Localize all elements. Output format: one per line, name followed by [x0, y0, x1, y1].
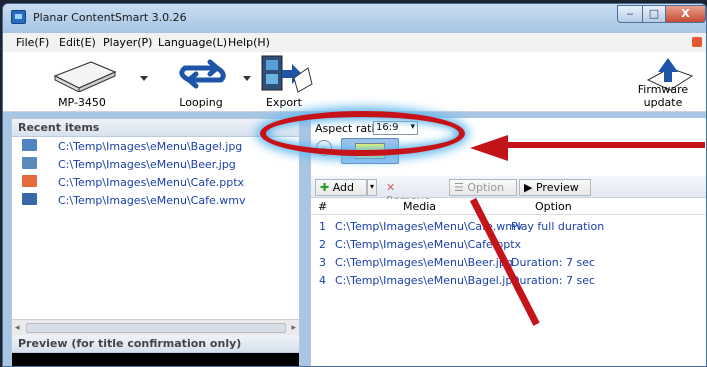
- remove-button[interactable]: ✕ Remove: [381, 179, 445, 207]
- export-button[interactable]: Export: [256, 52, 313, 112]
- preview-button[interactable]: ▶ Preview: [519, 179, 591, 196]
- looping-label: Looping: [179, 96, 223, 109]
- media-row-option: Play full duration: [511, 220, 605, 233]
- annotation-arrow-head: [470, 135, 508, 161]
- column-media: Media: [403, 200, 437, 213]
- app-icon: [11, 10, 26, 24]
- menu-file[interactable]: File(F): [16, 36, 49, 49]
- media-row-path: C:\Temp\Images\eMenu\Bagel.jpg: [335, 274, 520, 287]
- recent-items-pane: Recent items C:\Temp\Images\eMenu\Bagel.…: [11, 118, 300, 366]
- recent-item-label: C:\Temp\Images\eMenu\Cafe.wmv: [58, 194, 246, 207]
- title-bar: Planar ContentSmart 3.0.26 ‒ □ X: [3, 4, 706, 31]
- office-icon: [692, 37, 702, 47]
- media-toolbar: ✚ Add ▾ ✕ Remove ☰ Option ▶ Preview: [311, 176, 706, 207]
- looping-dropdown-arrow[interactable]: [243, 76, 251, 81]
- remove-x-icon: ✕: [386, 181, 396, 194]
- close-button[interactable]: X: [665, 5, 706, 23]
- recent-item[interactable]: C:\Temp\Images\eMenu\Beer.jpg: [12, 155, 299, 173]
- recent-item-label: C:\Temp\Images\eMenu\Beer.jpg: [58, 158, 236, 171]
- looping-icon: [179, 59, 226, 89]
- player-button[interactable]: MP-3450: [43, 52, 121, 112]
- media-row-option: Duration: 7 sec: [511, 274, 596, 287]
- add-dropdown-arrow[interactable]: ▾: [367, 179, 377, 196]
- preview-header: Preview (for title confirmation only): [12, 335, 299, 353]
- maximize-button[interactable]: □: [642, 5, 666, 23]
- powerpoint-file-icon: [22, 175, 37, 187]
- recent-item[interactable]: C:\Temp\Images\eMenu\Bagel.jpg: [12, 137, 299, 155]
- option-label: Option: [467, 181, 505, 194]
- column-number: #: [318, 200, 328, 213]
- app-window: Planar ContentSmart 3.0.26 ‒ □ X File(F)…: [2, 3, 707, 367]
- option-button[interactable]: ☰ Option: [449, 179, 517, 196]
- menu-help[interactable]: Help(H): [228, 36, 270, 49]
- preview-area: [12, 353, 299, 366]
- menu-player[interactable]: Player(P): [103, 36, 152, 49]
- recent-item-label: C:\Temp\Images\eMenu\Cafe.pptx: [58, 176, 245, 189]
- looping-button[interactable]: Looping: [163, 52, 239, 112]
- minimize-button[interactable]: ‒: [617, 5, 643, 23]
- horizontal-scrollbar[interactable]: ◂ ▸: [12, 319, 299, 335]
- firmware-update-button[interactable]: Firmware update: [618, 52, 706, 112]
- export-icon: [261, 55, 313, 93]
- recent-items-header: Recent items: [12, 119, 299, 137]
- recent-items-list: C:\Temp\Images\eMenu\Bagel.jpg C:\Temp\Im…: [12, 137, 299, 209]
- menu-edit[interactable]: Edit(E): [59, 36, 96, 49]
- add-label: Add: [332, 181, 355, 194]
- menu-language[interactable]: Language(L): [158, 36, 227, 49]
- add-button[interactable]: ✚ Add: [315, 179, 367, 196]
- option-icon: ☰: [454, 181, 464, 194]
- plus-icon: ✚: [320, 181, 330, 194]
- video-file-icon: [22, 193, 37, 205]
- scroll-left-arrow-icon[interactable]: ◂: [15, 323, 20, 333]
- media-row-option: Duration: 7 sec: [511, 256, 596, 269]
- column-option: Option: [535, 200, 572, 213]
- media-row[interactable]: 1 C:\Temp\Images\eMenu\Cafe.wmv Play full …: [311, 218, 706, 236]
- media-row-number: 2: [319, 238, 326, 251]
- toolbar: MP-3450 Looping Export Firmware update: [3, 52, 706, 112]
- scroll-thumb[interactable]: [26, 323, 286, 333]
- window-title: Planar ContentSmart 3.0.26: [33, 11, 187, 24]
- media-row-number: 4: [319, 274, 326, 287]
- menu-bar: File(F) Edit(E) Player(P) Language(L) He…: [3, 33, 706, 52]
- media-row-path: C:\Temp\Images\eMenu\Beer.jpg: [335, 256, 513, 269]
- firmware-update-label: Firmware update: [637, 83, 689, 109]
- preview-label: Preview: [535, 181, 579, 194]
- media-list-header: # Media Option: [311, 199, 706, 215]
- media-row[interactable]: 2 C:\Temp\Images\eMenu\Cafe.pptx: [311, 236, 706, 254]
- media-row-number: 3: [319, 256, 326, 269]
- player-dropdown-arrow[interactable]: [140, 76, 148, 81]
- scroll-right-arrow-icon[interactable]: ▸: [291, 323, 296, 333]
- export-label: Export: [265, 96, 302, 109]
- media-row-number: 1: [319, 220, 326, 233]
- image-file-icon: [22, 139, 37, 151]
- media-player-icon: [53, 61, 117, 92]
- player-label: MP-3450: [58, 96, 106, 109]
- play-icon: ▶: [524, 181, 533, 194]
- recent-item[interactable]: C:\Temp\Images\eMenu\Cafe.wmv: [12, 191, 299, 209]
- image-file-icon: [22, 157, 37, 169]
- annotation-arrow-line: [505, 142, 705, 148]
- recent-item[interactable]: C:\Temp\Images\eMenu\Cafe.pptx: [12, 173, 299, 191]
- recent-item-label: C:\Temp\Images\eMenu\Bagel.jpg: [58, 140, 243, 153]
- media-row-path: C:\Temp\Images\eMenu\Cafe.wmv: [335, 220, 523, 233]
- annotation-ellipse: [260, 111, 465, 156]
